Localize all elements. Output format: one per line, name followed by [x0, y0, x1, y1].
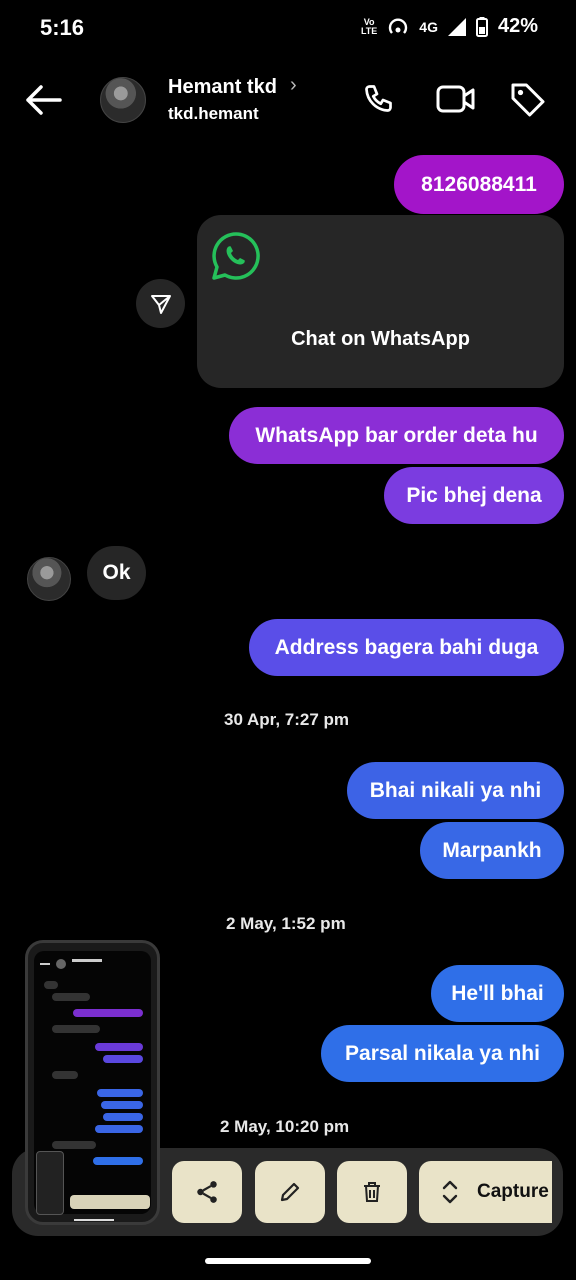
- received-message-bubble[interactable]: Ok: [87, 546, 146, 600]
- share-button[interactable]: [172, 1161, 242, 1223]
- battery-icon: [475, 16, 488, 37]
- share-message-button[interactable]: [136, 279, 185, 328]
- date-separator: 2 May, 10:20 pm: [220, 1117, 350, 1136]
- delete-icon: [364, 1182, 380, 1202]
- contact-name[interactable]: Hemant tkd: [168, 76, 277, 99]
- whatsapp-card-label: Chat on WhatsApp: [291, 328, 470, 350]
- phone-icon[interactable]: [362, 82, 398, 118]
- message-bubble[interactable]: Parsal nikala ya nhi: [321, 1025, 564, 1082]
- signal-icon: [447, 17, 466, 36]
- back-arrow-icon[interactable]: [24, 84, 62, 116]
- send-icon: [150, 294, 171, 314]
- message-bubble[interactable]: 8126088411: [394, 155, 564, 214]
- whatsapp-card[interactable]: Chat on WhatsApp: [197, 215, 564, 388]
- hotspot-icon: [389, 18, 408, 34]
- capture-label: Capture: [477, 1181, 549, 1202]
- contact-username: tkd.hemant: [168, 104, 259, 123]
- delete-button[interactable]: [337, 1161, 407, 1223]
- capture-button[interactable]: Capture: [419, 1161, 552, 1223]
- date-separator: 2 May, 1:52 pm: [226, 914, 346, 933]
- sender-avatar[interactable]: [27, 557, 71, 601]
- chevron-right-icon: ›: [290, 74, 297, 96]
- message-bubble[interactable]: Marpankh: [420, 822, 564, 879]
- edit-button[interactable]: [255, 1161, 325, 1223]
- message-bubble[interactable]: He'll bhai: [431, 965, 564, 1022]
- edit-icon: [280, 1182, 300, 1202]
- message-bubble[interactable]: Pic bhej dena: [384, 467, 564, 524]
- screenshot-thumbnail[interactable]: [25, 940, 160, 1225]
- home-indicator[interactable]: [205, 1258, 371, 1264]
- video-icon[interactable]: [436, 82, 476, 116]
- whatsapp-icon: [212, 232, 260, 280]
- message-bubble[interactable]: Bhai nikali ya nhi: [347, 762, 564, 819]
- network-type: 4G: [419, 18, 438, 35]
- contact-avatar[interactable]: [100, 77, 146, 123]
- thumbnail-screen: [34, 951, 151, 1221]
- expand-icon: [442, 1180, 458, 1204]
- share-icon: [197, 1181, 217, 1203]
- status-icons: Vo LTE 4G 42%: [361, 15, 538, 38]
- battery-percent: 42%: [497, 15, 538, 37]
- tag-icon[interactable]: [508, 80, 548, 120]
- date-separator: 30 Apr, 7:27 pm: [224, 710, 350, 729]
- message-bubble[interactable]: WhatsApp bar order deta hu: [229, 407, 564, 464]
- status-time: 5:16: [40, 15, 85, 40]
- volte-indicator: Vo LTE: [360, 16, 378, 36]
- message-bubble[interactable]: Address bagera bahi duga: [249, 619, 564, 676]
